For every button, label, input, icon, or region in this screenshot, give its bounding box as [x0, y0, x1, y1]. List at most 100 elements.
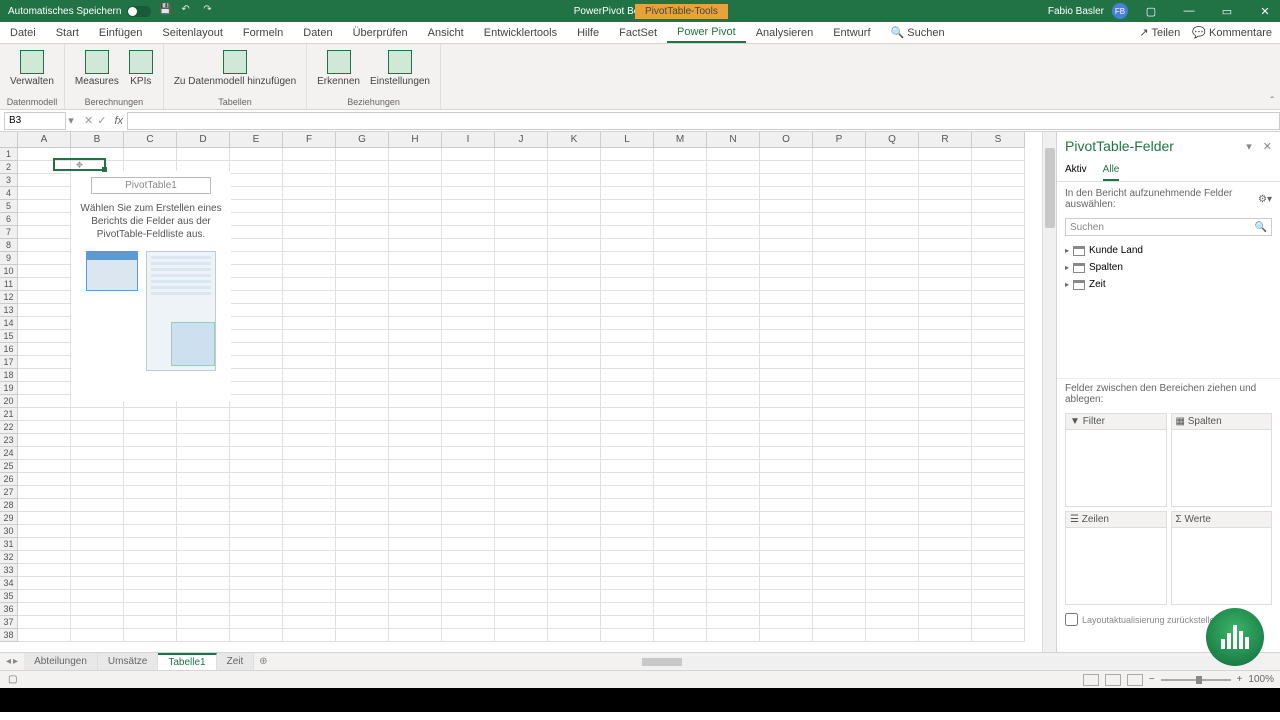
close-icon[interactable]: ✕ — [1250, 0, 1280, 22]
minimize-icon[interactable]: — — [1174, 0, 1204, 22]
defer-checkbox[interactable] — [1065, 613, 1078, 626]
user-avatar[interactable]: FB — [1112, 3, 1128, 19]
col-header[interactable]: K — [548, 132, 601, 148]
row-header[interactable]: 10 — [0, 265, 18, 278]
row-header[interactable]: 35 — [0, 590, 18, 603]
ribbon-btn-erkennen[interactable]: Erkennen — [313, 48, 364, 89]
tab-entwicklertools[interactable]: Entwicklertools — [474, 22, 567, 43]
col-header[interactable]: M — [654, 132, 707, 148]
row-header[interactable]: 2 — [0, 161, 18, 174]
row-header[interactable]: 30 — [0, 525, 18, 538]
ribbon-btn-measures[interactable]: Measures — [71, 48, 123, 89]
area-columns[interactable]: ▦ Spalten — [1171, 413, 1273, 507]
sheet-nav[interactable]: ◂▸ — [0, 656, 24, 667]
tab-start[interactable]: Start — [46, 22, 89, 43]
tab-seitenlayout[interactable]: Seitenlayout — [152, 22, 233, 43]
col-header[interactable]: H — [389, 132, 442, 148]
record-macro-icon[interactable]: ▢ — [8, 674, 17, 685]
row-header[interactable]: 8 — [0, 239, 18, 252]
pivot-placeholder[interactable]: PivotTable1 Wählen Sie zum Erstellen ein… — [71, 171, 231, 401]
cancel-formula-icon[interactable]: ✕ — [84, 114, 93, 127]
fieldpane-close-icon[interactable]: ✕ — [1263, 141, 1272, 153]
horizontal-scrollbar[interactable] — [640, 656, 1262, 668]
tab-datei[interactable]: Datei — [0, 22, 46, 43]
ribbon-btn-kpis[interactable]: KPIs — [125, 48, 157, 89]
ribbon-options-icon[interactable]: ▢ — [1136, 0, 1166, 22]
ribbon-btn-verwalten[interactable]: Verwalten — [6, 48, 58, 89]
tab-power-pivot[interactable]: Power Pivot — [667, 22, 746, 43]
search-box[interactable]: 🔍 Suchen — [881, 22, 955, 43]
field-item[interactable]: ▸Zeit — [1065, 276, 1272, 293]
toggle-switch[interactable] — [127, 6, 151, 17]
col-header[interactable]: I — [442, 132, 495, 148]
maximize-icon[interactable]: ▭ — [1212, 0, 1242, 22]
col-header[interactable]: Q — [866, 132, 919, 148]
col-header[interactable]: E — [230, 132, 283, 148]
row-header[interactable]: 29 — [0, 512, 18, 525]
fx-icon[interactable]: fx — [114, 115, 123, 127]
row-header[interactable]: 36 — [0, 603, 18, 616]
row-header[interactable]: 9 — [0, 252, 18, 265]
undo-icon[interactable]: ↶ — [181, 4, 195, 18]
row-header[interactable]: 31 — [0, 538, 18, 551]
row-header[interactable]: 1 — [0, 148, 18, 161]
sheet-tab[interactable]: Zeit — [217, 653, 255, 670]
row-header[interactable]: 12 — [0, 291, 18, 304]
zoom-level[interactable]: 100% — [1248, 674, 1274, 685]
row-header[interactable]: 24 — [0, 447, 18, 460]
zoom-in-icon[interactable]: + — [1237, 674, 1243, 685]
ribbon-btn-einstellungen[interactable]: Einstellungen — [366, 48, 434, 89]
row-header[interactable]: 32 — [0, 551, 18, 564]
row-header[interactable]: 18 — [0, 369, 18, 382]
row-header[interactable]: 19 — [0, 382, 18, 395]
tab-active[interactable]: Aktiv — [1065, 160, 1087, 181]
col-header[interactable]: R — [919, 132, 972, 148]
row-header[interactable]: 38 — [0, 629, 18, 642]
row-header[interactable]: 26 — [0, 473, 18, 486]
tab-entwurf[interactable]: Entwurf — [823, 22, 880, 43]
row-header[interactable]: 27 — [0, 486, 18, 499]
sheet-tab[interactable]: Umsätze — [98, 653, 158, 670]
sheet-tab[interactable]: Abteilungen — [24, 653, 98, 670]
row-header[interactable]: 6 — [0, 213, 18, 226]
col-header[interactable]: P — [813, 132, 866, 148]
row-header[interactable]: 22 — [0, 421, 18, 434]
formula-input[interactable] — [127, 112, 1280, 130]
vertical-scrollbar[interactable] — [1042, 132, 1056, 652]
col-header[interactable]: O — [760, 132, 813, 148]
redo-icon[interactable]: ↷ — [203, 4, 217, 18]
user-name[interactable]: Fabio Basler — [1048, 6, 1104, 17]
row-header[interactable]: 20 — [0, 395, 18, 408]
row-header[interactable]: 21 — [0, 408, 18, 421]
col-header[interactable]: F — [283, 132, 336, 148]
col-header[interactable]: D — [177, 132, 230, 148]
col-header[interactable]: N — [707, 132, 760, 148]
context-tools-tab[interactable]: PivotTable-Tools — [635, 4, 728, 19]
gear-icon[interactable]: ⚙▾ — [1258, 194, 1272, 205]
row-header[interactable]: 37 — [0, 616, 18, 629]
row-header[interactable]: 34 — [0, 577, 18, 590]
row-header[interactable]: 13 — [0, 304, 18, 317]
row-header[interactable]: 28 — [0, 499, 18, 512]
page-layout-icon[interactable] — [1105, 674, 1121, 686]
zoom-out-icon[interactable]: − — [1149, 674, 1155, 685]
page-break-icon[interactable] — [1127, 674, 1143, 686]
save-icon[interactable]: 💾 — [159, 4, 173, 18]
field-item[interactable]: ▸Kunde Land — [1065, 242, 1272, 259]
row-header[interactable]: 23 — [0, 434, 18, 447]
share-button[interactable]: ↗ Teilen — [1139, 26, 1180, 39]
tab-hilfe[interactable]: Hilfe — [567, 22, 609, 43]
add-sheet-icon[interactable]: ⊕ — [254, 656, 272, 667]
tab-einfügen[interactable]: Einfügen — [89, 22, 152, 43]
tab-formeln[interactable]: Formeln — [233, 22, 293, 43]
col-header[interactable]: L — [601, 132, 654, 148]
field-search-input[interactable]: Suchen 🔍 — [1065, 218, 1272, 236]
row-header[interactable]: 5 — [0, 200, 18, 213]
tab-analysieren[interactable]: Analysieren — [746, 22, 823, 43]
col-header[interactable]: B — [71, 132, 124, 148]
tab-überprüfen[interactable]: Überprüfen — [343, 22, 418, 43]
tab-daten[interactable]: Daten — [293, 22, 342, 43]
zoom-slider[interactable] — [1161, 679, 1231, 681]
col-header[interactable]: C — [124, 132, 177, 148]
field-item[interactable]: ▸Spalten — [1065, 259, 1272, 276]
